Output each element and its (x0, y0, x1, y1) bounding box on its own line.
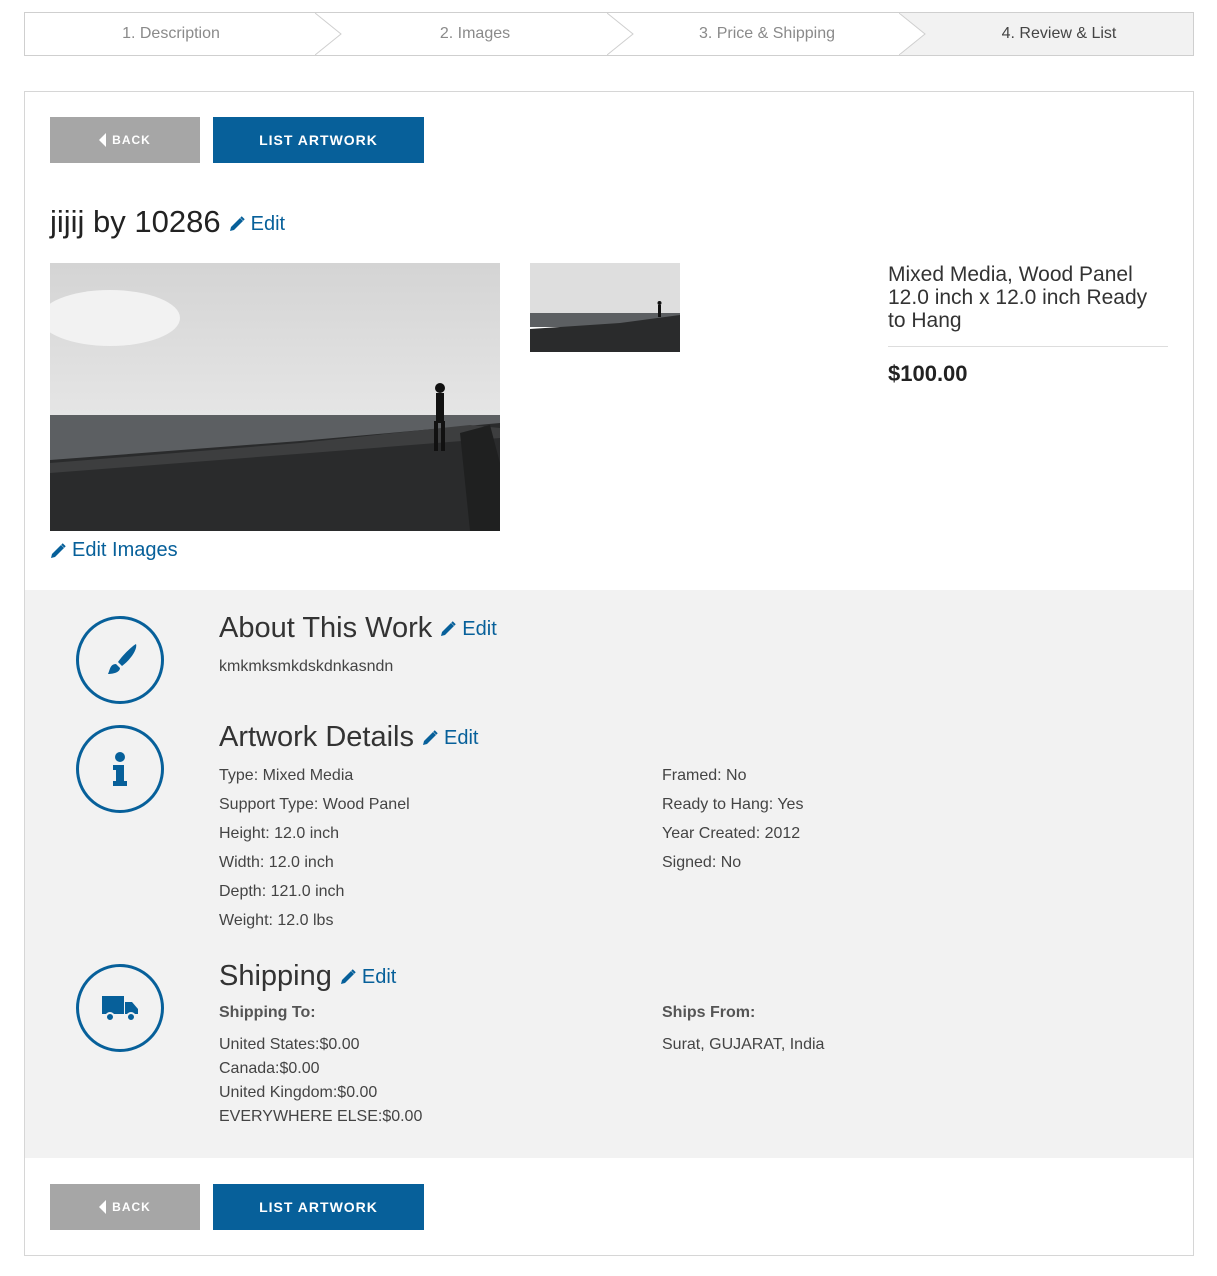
edit-details-label: Edit (444, 726, 479, 749)
step-label: 4. Review & List (1001, 25, 1117, 42)
step-description[interactable]: 1. Description (25, 13, 342, 55)
detail-framed: Framed: No (662, 767, 747, 784)
artwork-price: $100.00 (888, 361, 968, 386)
edit-images-label: Edit Images (72, 539, 178, 561)
pencil-icon (229, 216, 245, 231)
edit-about-link[interactable]: Edit (440, 617, 497, 641)
edit-shipping-link[interactable]: Edit (340, 966, 396, 989)
shipping-title-row: Shipping Edit (219, 960, 396, 993)
caret-left-icon (99, 1200, 107, 1214)
about-text: kmkmksmkdskdnkasndn (219, 658, 394, 675)
pencil-icon (51, 542, 66, 558)
edit-title-link[interactable]: Edit (229, 213, 285, 236)
back-button-label: BACK (112, 133, 151, 147)
step-chevron-icon (607, 13, 634, 55)
detail-ready-to-hang: Ready to Hang: Yes (662, 796, 804, 813)
info-icon (76, 725, 164, 813)
detail-height: Height: 12.0 inch (219, 825, 340, 842)
step-label: 2. Images (439, 25, 511, 42)
step-price-shipping[interactable]: 3. Price & Shipping (609, 13, 926, 55)
artwork-description: Mixed Media, Wood Panel 12.0 inch x 12.0… (888, 263, 1168, 347)
detail-width: Width: 12.0 inch (219, 854, 334, 871)
shipping-rate: EVERYWHERE ELSE:$0.00 (219, 1108, 423, 1125)
shipping-title: Shipping (219, 960, 332, 992)
step-label: 3. Price & Shipping (698, 25, 836, 42)
caret-left-icon (99, 133, 107, 147)
detail-signed: Signed: No (662, 854, 742, 871)
detail-support-type: Support Type: Wood Panel (219, 796, 410, 813)
edit-title-label: Edit (250, 212, 286, 235)
detail-type: Type: Mixed Media (219, 767, 354, 784)
details-left-column: Type: Mixed Media Support Type: Wood Pan… (219, 761, 410, 935)
step-label: 1. Description (122, 25, 220, 42)
shipping-to-list: United States:$0.00 Canada:$0.00 United … (219, 1033, 422, 1129)
details-section: About This Work Edit kmkmksmkdskdnkasndn… (25, 590, 1193, 1158)
ships-from-label: Ships From: (662, 1004, 756, 1021)
artwork-summary: Mixed Media, Wood Panel 12.0 inch x 12.0… (888, 263, 1168, 387)
step-images[interactable]: 2. Images (317, 13, 634, 55)
shipping-to-label: Shipping To: (219, 1004, 316, 1021)
edit-shipping-label: Edit (361, 965, 397, 988)
main-artwork-image (50, 263, 500, 531)
back-button-bottom[interactable]: BACK (50, 1184, 200, 1230)
edit-details-link[interactable]: Edit (422, 727, 478, 750)
about-title: About This Work (219, 612, 433, 644)
list-artwork-button[interactable]: LIST ARTWORK (213, 117, 424, 163)
artwork-thumbnail[interactable] (530, 263, 680, 352)
truck-icon (76, 964, 164, 1052)
about-title-row: About This Work Edit (219, 612, 497, 645)
step-chevron-icon (899, 13, 926, 55)
shipping-rate: Canada:$0.00 (219, 1060, 320, 1077)
list-artwork-label: LIST ARTWORK (259, 1199, 378, 1215)
shipping-rate: United States:$0.00 (219, 1036, 360, 1053)
review-panel: BACK LIST ARTWORK jijij by 10286 Edit Ed… (24, 91, 1194, 1256)
detail-depth: Depth: 121.0 inch (219, 883, 345, 900)
list-artwork-button-bottom[interactable]: LIST ARTWORK (213, 1184, 424, 1230)
details-title-row: Artwork Details Edit (219, 721, 478, 754)
back-button-label: BACK (112, 1200, 151, 1214)
back-button[interactable]: BACK (50, 117, 200, 163)
progress-stepper: 1. Description 2. Images 3. Price & Ship… (24, 12, 1194, 56)
shipping-rate: United Kingdom:$0.00 (219, 1084, 378, 1101)
edit-about-label: Edit (462, 617, 497, 640)
list-artwork-label: LIST ARTWORK (259, 132, 378, 148)
page-title: jijij by 10286 (50, 204, 221, 239)
ships-from-value: Surat, GUJARAT, India (662, 1036, 825, 1053)
detail-year-created: Year Created: 2012 (662, 825, 801, 842)
details-right-column: Framed: No Ready to Hang: Yes Year Creat… (662, 761, 803, 877)
step-review-list[interactable]: 4. Review & List (901, 13, 1193, 55)
pencil-icon (441, 621, 457, 636)
detail-weight: Weight: 12.0 lbs (219, 912, 334, 929)
details-title: Artwork Details (219, 721, 414, 753)
pencil-icon (340, 969, 356, 984)
edit-images-link[interactable]: Edit Images (50, 539, 178, 562)
artwork-title-row: jijij by 10286 Edit (50, 204, 285, 240)
paintbrush-icon (76, 616, 164, 704)
step-chevron-icon (315, 13, 342, 55)
pencil-icon (423, 730, 438, 745)
